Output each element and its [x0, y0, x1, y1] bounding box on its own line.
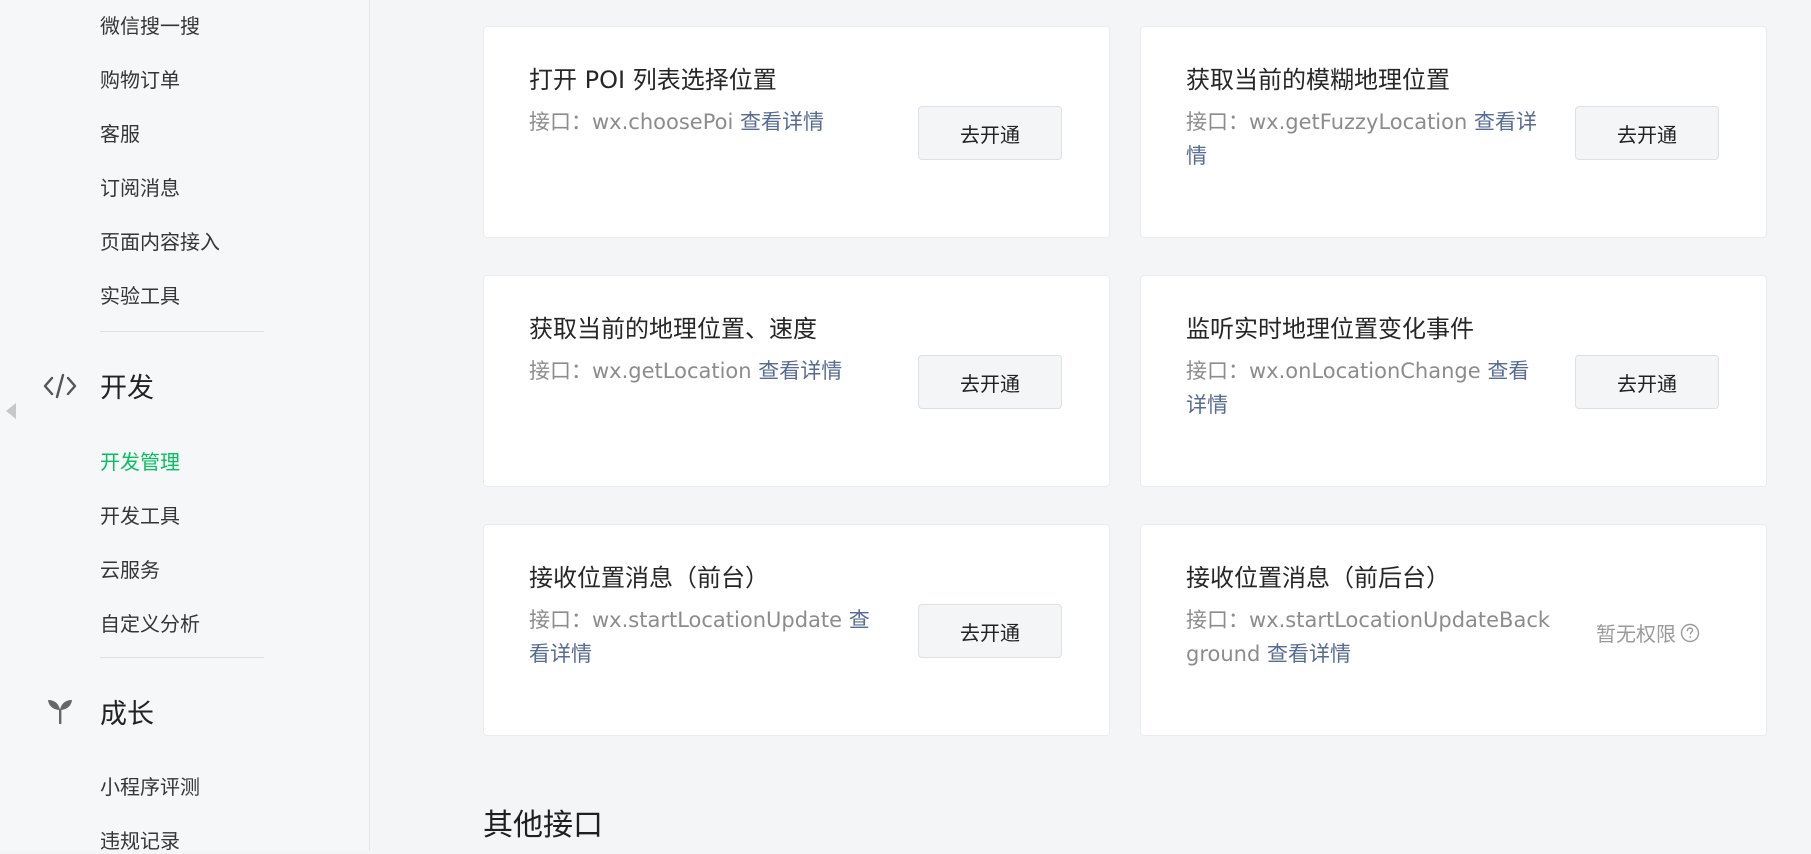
section-title-other-apis: 其他接口 — [483, 808, 603, 843]
activate-button[interactable]: 去开通 — [918, 106, 1062, 160]
no-permission-status: 暂无权限 — [1596, 618, 1700, 647]
sidebar: 微信搜一搜 购物订单 客服 订阅消息 页面内容接入 实验工具 开发 开发管理 开… — [0, 0, 370, 854]
api-card-title: 接收位置消息（前台） — [529, 564, 769, 592]
sidebar-divider — [100, 331, 264, 332]
sidebar-item-subscribe-msg[interactable]: 订阅消息 — [100, 172, 180, 201]
activate-button[interactable]: 去开通 — [918, 355, 1062, 409]
api-name: 接口：wx.choosePoi — [529, 110, 740, 134]
api-card: 打开 POI 列表选择位置 接口：wx.choosePoi 查看详情 去开通 — [483, 26, 1110, 238]
api-card-title: 监听实时地理位置变化事件 — [1186, 315, 1474, 343]
api-card-desc: 接口：wx.getLocation 查看详情 — [529, 354, 889, 388]
view-details-link[interactable]: 查看详情 — [740, 110, 824, 134]
no-permission-label: 暂无权限 — [1596, 622, 1676, 646]
sidebar-item-lab-tools[interactable]: 实验工具 — [100, 280, 180, 309]
api-name: 接口：wx.startLocationUpdate — [529, 608, 849, 632]
api-card: 获取当前的模糊地理位置 接口：wx.getFuzzyLocation 查看详情 … — [1140, 26, 1767, 238]
api-card-title: 打开 POI 列表选择位置 — [529, 66, 777, 94]
view-details-link[interactable]: 查看详情 — [1267, 642, 1351, 666]
api-card-desc: 接口：wx.getFuzzyLocation 查看详情 — [1186, 105, 1546, 173]
sidebar-item-dev-management[interactable]: 开发管理 — [100, 446, 180, 475]
sidebar-group-growth[interactable]: 成长 — [42, 692, 154, 731]
api-card-desc: 接口：wx.startLocationUpdate 查看详情 — [529, 603, 889, 671]
sidebar-item-evaluation[interactable]: 小程序评测 — [100, 771, 200, 800]
activate-button[interactable]: 去开通 — [1575, 355, 1719, 409]
api-name: 接口：wx.getLocation — [529, 359, 759, 383]
code-icon — [42, 370, 78, 402]
caret-left-icon — [6, 403, 16, 419]
api-name: 接口：wx.onLocationChange — [1186, 359, 1488, 383]
sidebar-item-violations[interactable]: 违规记录 — [100, 825, 180, 854]
api-name: 接口：wx.startLocationUpdateBackground — [1186, 608, 1551, 666]
api-card-title: 接收位置消息（前后台） — [1186, 564, 1450, 592]
api-card-desc: 接口：wx.choosePoi 查看详情 — [529, 105, 889, 139]
api-card-title: 获取当前的地理位置、速度 — [529, 315, 817, 343]
api-card-desc: 接口：wx.startLocationUpdateBackground 查看详情 — [1186, 603, 1556, 671]
help-icon[interactable] — [1680, 623, 1700, 643]
sidebar-divider — [100, 657, 264, 658]
sidebar-item-customer-service[interactable]: 客服 — [100, 118, 140, 147]
sidebar-item-orders[interactable]: 购物订单 — [100, 64, 180, 93]
sprout-icon — [42, 696, 78, 728]
api-card: 接收位置消息（前台） 接口：wx.startLocationUpdate 查看详… — [483, 524, 1110, 736]
sidebar-item-custom-analysis[interactable]: 自定义分析 — [100, 608, 200, 637]
sidebar-item-wechat-search[interactable]: 微信搜一搜 — [100, 10, 200, 39]
activate-button[interactable]: 去开通 — [1575, 106, 1719, 160]
sidebar-group-dev[interactable]: 开发 — [42, 366, 154, 405]
api-card-title: 获取当前的模糊地理位置 — [1186, 66, 1450, 94]
api-card: 监听实时地理位置变化事件 接口：wx.onLocationChange 查看详情… — [1140, 275, 1767, 487]
sidebar-item-cloud[interactable]: 云服务 — [100, 554, 160, 583]
sidebar-item-page-content[interactable]: 页面内容接入 — [100, 226, 220, 255]
sidebar-collapse-toggle[interactable] — [0, 396, 22, 426]
sidebar-group-title: 开发 — [100, 373, 154, 404]
api-card: 接收位置消息（前后台） 接口：wx.startLocationUpdateBac… — [1140, 524, 1767, 736]
api-card-desc: 接口：wx.onLocationChange 查看详情 — [1186, 354, 1546, 422]
view-details-link[interactable]: 查看详情 — [758, 359, 842, 383]
api-card: 获取当前的地理位置、速度 接口：wx.getLocation 查看详情 去开通 — [483, 275, 1110, 487]
api-name: 接口：wx.getFuzzyLocation — [1186, 110, 1474, 134]
sidebar-item-dev-tools[interactable]: 开发工具 — [100, 500, 180, 529]
sidebar-group-title: 成长 — [100, 699, 154, 730]
activate-button[interactable]: 去开通 — [918, 604, 1062, 658]
